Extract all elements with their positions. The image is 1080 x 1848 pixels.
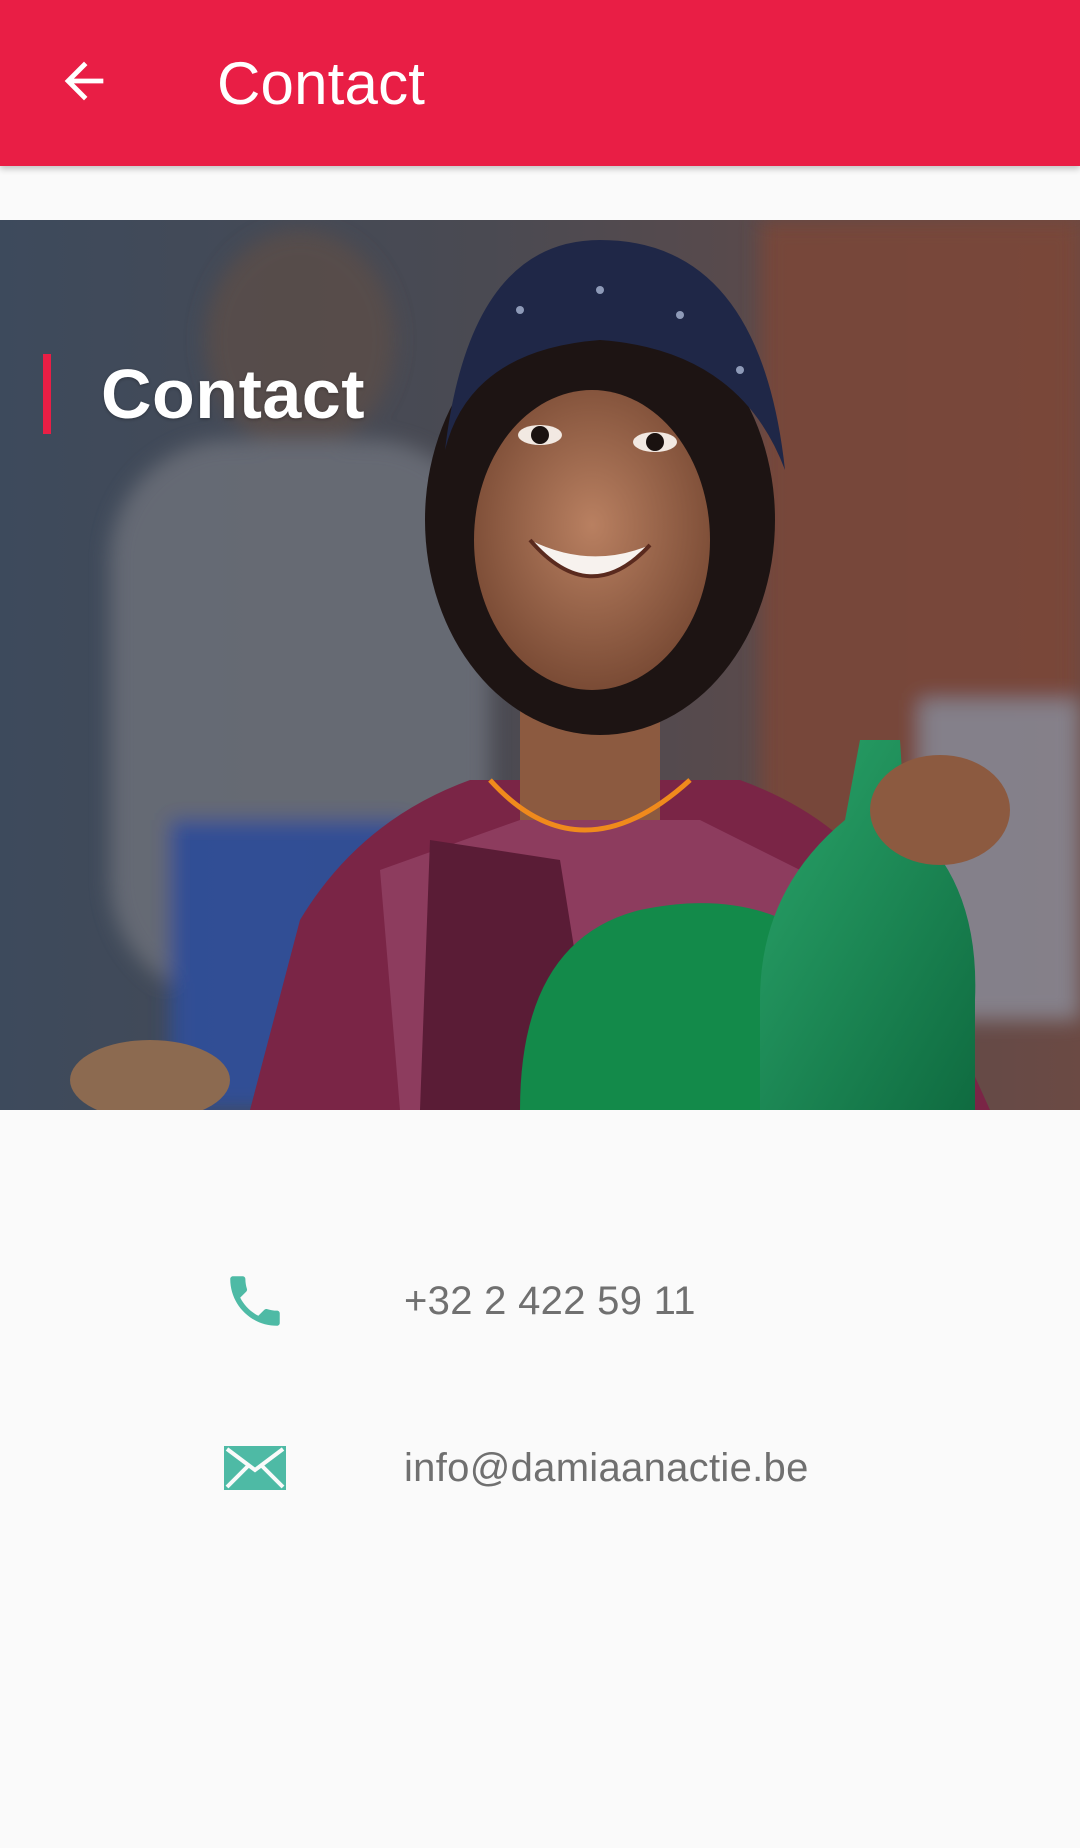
app-bar: Contact — [0, 0, 1080, 166]
phone-icon — [220, 1266, 290, 1336]
email-row[interactable]: info@damiaanactie.be — [0, 1408, 1080, 1528]
phone-row[interactable]: +32 2 422 59 11 — [0, 1241, 1080, 1361]
back-button[interactable] — [34, 33, 134, 133]
hero-title: Contact — [101, 355, 366, 433]
phone-number: +32 2 422 59 11 — [404, 1278, 696, 1323]
page-title: Contact — [217, 49, 426, 117]
hero-label: Contact — [43, 354, 365, 434]
email-address: info@damiaanactie.be — [404, 1445, 809, 1490]
mail-icon — [220, 1433, 290, 1503]
arrow-back-icon — [55, 52, 113, 115]
hero-image: Contact — [0, 220, 1080, 1110]
hero-accent-bar — [43, 354, 51, 434]
